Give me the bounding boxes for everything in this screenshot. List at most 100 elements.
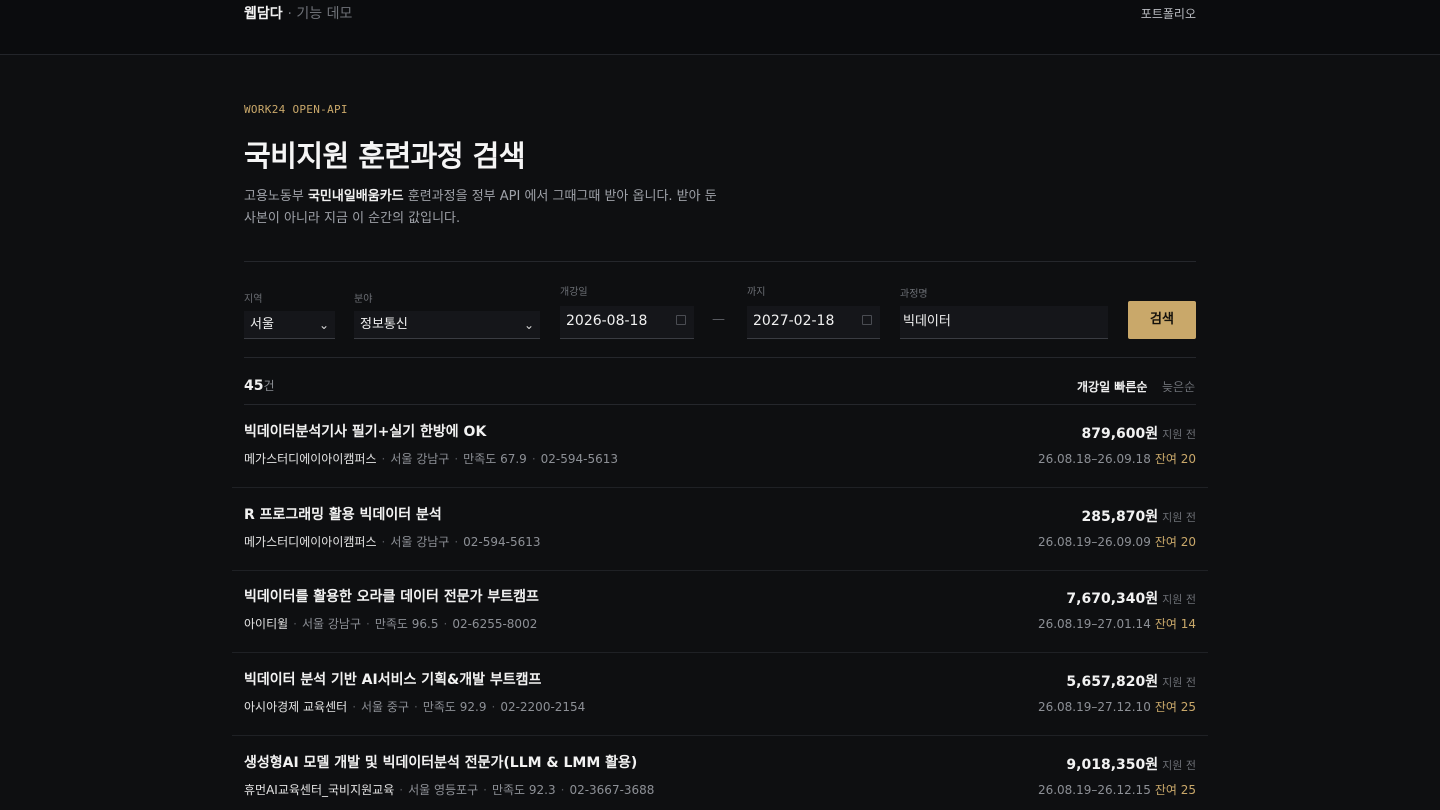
contact-phone: 02-594-5613: [463, 535, 541, 549]
region-select[interactable]: 서울 ⌄: [244, 311, 335, 339]
course-price: 285,870원 지원 전: [1081, 506, 1196, 526]
course-location: 서울 강남구: [302, 617, 362, 631]
portfolio-link[interactable]: 포트폴리오: [1141, 5, 1196, 22]
end-date-label: 까지: [747, 287, 766, 298]
course-meta: 메가스터디에이아이캠퍼스 · 서울 강남구 · 만족도 67.9 · 02-594-5613: [244, 452, 619, 466]
brand-name: 웹담다: [244, 6, 283, 22]
course-dates: 26.08.19–26.09.09 잔여 20: [1038, 533, 1196, 550]
remaining-seats: 잔여 25: [1154, 783, 1196, 797]
search-button[interactable]: 검색: [1128, 301, 1196, 339]
section-kicker: WORK24 OPEN-API: [244, 103, 348, 116]
remaining-seats: 잔여 20: [1154, 535, 1196, 549]
price-value: 879,600원: [1081, 426, 1159, 442]
start-date-label: 개강일: [560, 287, 588, 298]
contact-phone: 02-3667-3688: [569, 783, 655, 797]
support-label: 지원 전: [1162, 759, 1196, 772]
satisfaction-score: 만족도 67.9: [463, 452, 527, 466]
course-meta: 아이티윌 · 서울 강남구 · 만족도 96.5 · 02-6255-8002: [244, 617, 538, 631]
contact-phone: 02-594-5613: [540, 452, 619, 466]
brand-logo[interactable]: 웹담다 · 기능 데모: [244, 3, 352, 23]
chevron-down-icon: ⌄: [523, 318, 534, 332]
end-date-input[interactable]: 2027-02-18: [747, 306, 880, 339]
course-meta: 휴먼AI교육센터_국비지원교육 · 서울 영등포구 · 만족도 92.3 · 02-3667…: [244, 783, 655, 797]
institution-name: 메가스터디에이아이캠퍼스: [244, 452, 377, 466]
course-dates: 26.08.19–27.12.10 잔여 25: [1038, 698, 1196, 715]
course-dates: 26.08.19–26.12.15 잔여 25: [1038, 781, 1196, 798]
start-date-value: 2026-08-18: [566, 313, 648, 329]
divider-top: [244, 261, 1196, 262]
contact-phone: 02-2200-2154: [500, 700, 586, 714]
course-dates: 26.08.18–26.09.18 잔여 20: [1038, 450, 1196, 467]
support-label: 지원 전: [1162, 428, 1196, 441]
start-date-input[interactable]: 2026-08-18: [560, 306, 694, 339]
price-value: 7,670,340원: [1066, 591, 1159, 607]
support-label: 지원 전: [1162, 676, 1196, 689]
satisfaction-score: 만족도 96.5: [374, 617, 439, 631]
institution-name: 아시아경제 교육센터: [244, 700, 348, 714]
course-name-input[interactable]: 빅데이터: [900, 306, 1108, 339]
course-title[interactable]: 빅데이터 분석 기반 AI서비스 기획&개발 부트캠프: [244, 669, 541, 689]
list-item[interactable]: 빅데이터 분석 기반 AI서비스 기획&개발 부트캠프아시아경제 교육센터 · 서울…: [232, 653, 1208, 736]
field-label: 분야: [354, 294, 373, 305]
remaining-seats: 잔여 25: [1154, 700, 1196, 714]
remaining-seats: 잔여 20: [1154, 452, 1196, 466]
result-count: 45건: [244, 377, 275, 394]
remaining-seats: 잔여 14: [1154, 617, 1196, 631]
sort-latest-button[interactable]: 늦은순: [1162, 378, 1195, 395]
sort-earliest-button[interactable]: 개강일 빠른순: [1077, 378, 1147, 395]
support-label: 지원 전: [1162, 593, 1196, 606]
course-location: 서울 강남구: [390, 535, 450, 549]
course-title[interactable]: R 프로그래밍 활용 빅데이터 분석: [244, 504, 442, 524]
calendar-icon[interactable]: [862, 315, 872, 325]
desc-prefix: 고용노동부: [244, 189, 308, 204]
course-name-value: 빅데이터: [903, 314, 951, 329]
course-price: 879,600원 지원 전: [1081, 423, 1196, 443]
top-navigation-bar: 웹담다 · 기능 데모 포트폴리오: [0, 0, 1440, 55]
course-location: 서울 강남구: [390, 452, 450, 466]
course-title[interactable]: 빅데이터를 활용한 오라클 데이터 전문가 부트캠프: [244, 586, 539, 606]
institution-name: 아이티윌: [244, 617, 289, 631]
contact-phone: 02-6255-8002: [452, 617, 538, 631]
result-count-number: 45: [244, 378, 264, 394]
result-count-unit: 건: [263, 379, 275, 393]
region-value: 서울: [250, 317, 274, 332]
list-item[interactable]: 생성형AI 모델 개발 및 빅데이터분석 전문가(LLM & LMM 활용) 휴먼…: [232, 736, 1208, 810]
list-item[interactable]: R 프로그래밍 활용 빅데이터 분석메가스터디에이아이캠퍼스 · 서울 강남구 · 02…: [232, 488, 1208, 571]
brand-subtitle: · 기능 데모: [287, 6, 353, 22]
date-range: 26.08.18–26.09.18: [1037, 452, 1151, 466]
list-item[interactable]: 빅데이터를 활용한 오라클 데이터 전문가 부트캠프아이티윌 · 서울 강남구 · 만족…: [232, 570, 1208, 653]
date-range: 26.08.19–26.09.09: [1037, 535, 1151, 549]
support-label: 지원 전: [1162, 511, 1196, 524]
course-dates: 26.08.19–27.01.14 잔여 14: [1038, 615, 1196, 632]
date-range: 26.08.19–27.01.14: [1037, 617, 1151, 631]
region-label: 지역: [244, 294, 263, 305]
chevron-down-icon: ⌄: [318, 318, 329, 332]
price-value: 285,870원: [1081, 509, 1159, 525]
satisfaction-score: 만족도 92.9: [422, 700, 487, 714]
end-date-value: 2027-02-18: [753, 313, 835, 329]
course-title[interactable]: 빅데이터분석기사 필기+실기 한방에 OK: [244, 421, 486, 441]
date-range: 26.08.19–27.12.10: [1037, 700, 1151, 714]
page-description: 고용노동부 국민내일배움카드 훈련과정을 정부 API 에서 그때그때 받아 옵…: [244, 186, 724, 230]
date-range-dash: —: [712, 312, 725, 327]
page-title: 국비지원 훈련과정 검색: [244, 139, 526, 173]
divider-filters: [244, 357, 1196, 358]
course-price: 9,018,350원 지원 전: [1066, 754, 1196, 774]
list-item[interactable]: 빅데이터분석기사 필기+실기 한방에 OK 메가스터디에이아이캠퍼스 · 서울 강남구…: [232, 405, 1208, 488]
course-title[interactable]: 생성형AI 모델 개발 및 빅데이터분석 전문가(LLM & LMM 활용): [244, 752, 637, 772]
category-value: 정보통신: [360, 317, 408, 332]
price-value: 5,657,820원: [1066, 674, 1159, 690]
course-location: 서울 영등포구: [408, 783, 479, 797]
date-range: 26.08.19–26.12.15: [1037, 783, 1151, 797]
price-value: 9,018,350원: [1066, 757, 1159, 773]
course-meta: 아시아경제 교육센터 · 서울 중구 · 만족도 92.9 · 02-2200-2154: [244, 700, 586, 714]
course-location: 서울 중구: [361, 700, 409, 714]
course-name-label: 과정명: [900, 289, 928, 300]
course-meta: 메가스터디에이아이캠퍼스 · 서울 강남구 · 02-594-5613: [244, 535, 541, 549]
category-select[interactable]: 정보통신 ⌄: [354, 311, 540, 339]
institution-name: 휴먼AI교육센터_국비지원교육: [244, 783, 395, 797]
satisfaction-score: 만족도 92.3: [491, 783, 556, 797]
course-price: 7,670,340원 지원 전: [1066, 588, 1196, 608]
desc-highlight: 국민내일배움카드: [307, 189, 404, 204]
calendar-icon[interactable]: [676, 315, 686, 325]
